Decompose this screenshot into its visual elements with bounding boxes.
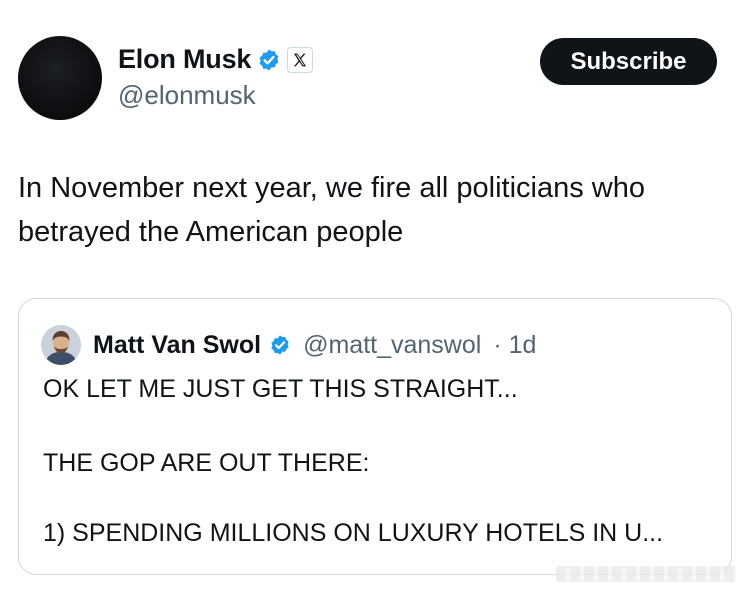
quoted-author-name[interactable]: Matt Van Swol: [93, 331, 261, 360]
quoted-author-handle[interactable]: @matt_vanswol: [303, 331, 481, 360]
quoted-tweet-time[interactable]: · 1d: [493, 331, 536, 360]
quoted-author-avatar[interactable]: [41, 325, 81, 365]
quoted-tweet-header: Matt Van Swol @matt_vanswol · 1d: [41, 325, 536, 365]
subscribe-button[interactable]: Subscribe: [540, 38, 717, 85]
author-handle[interactable]: @elonmusk: [118, 80, 256, 111]
x-logo-icon: [287, 46, 314, 73]
quoted-tweet-line: OK LET ME JUST GET THIS STRAIGHT...: [43, 375, 518, 403]
verified-badge-icon[interactable]: [257, 48, 281, 72]
quoted-tweet-line: 1) SPENDING MILLIONS ON LUXURY HOTELS IN…: [43, 519, 664, 547]
quoted-tweet-line: THE GOP ARE OUT THERE:: [43, 449, 370, 477]
author-name-row: Elon Musk: [118, 44, 314, 75]
tweet-text: In November next year, we fire all polit…: [18, 172, 646, 248]
author-avatar[interactable]: [18, 36, 102, 120]
author-display-name[interactable]: Elon Musk: [118, 44, 251, 75]
watermark: [556, 566, 736, 582]
quoted-tweet-card[interactable]: Matt Van Swol @matt_vanswol · 1d OK LET …: [18, 298, 732, 575]
quoted-verified-badge-icon[interactable]: [269, 334, 291, 356]
